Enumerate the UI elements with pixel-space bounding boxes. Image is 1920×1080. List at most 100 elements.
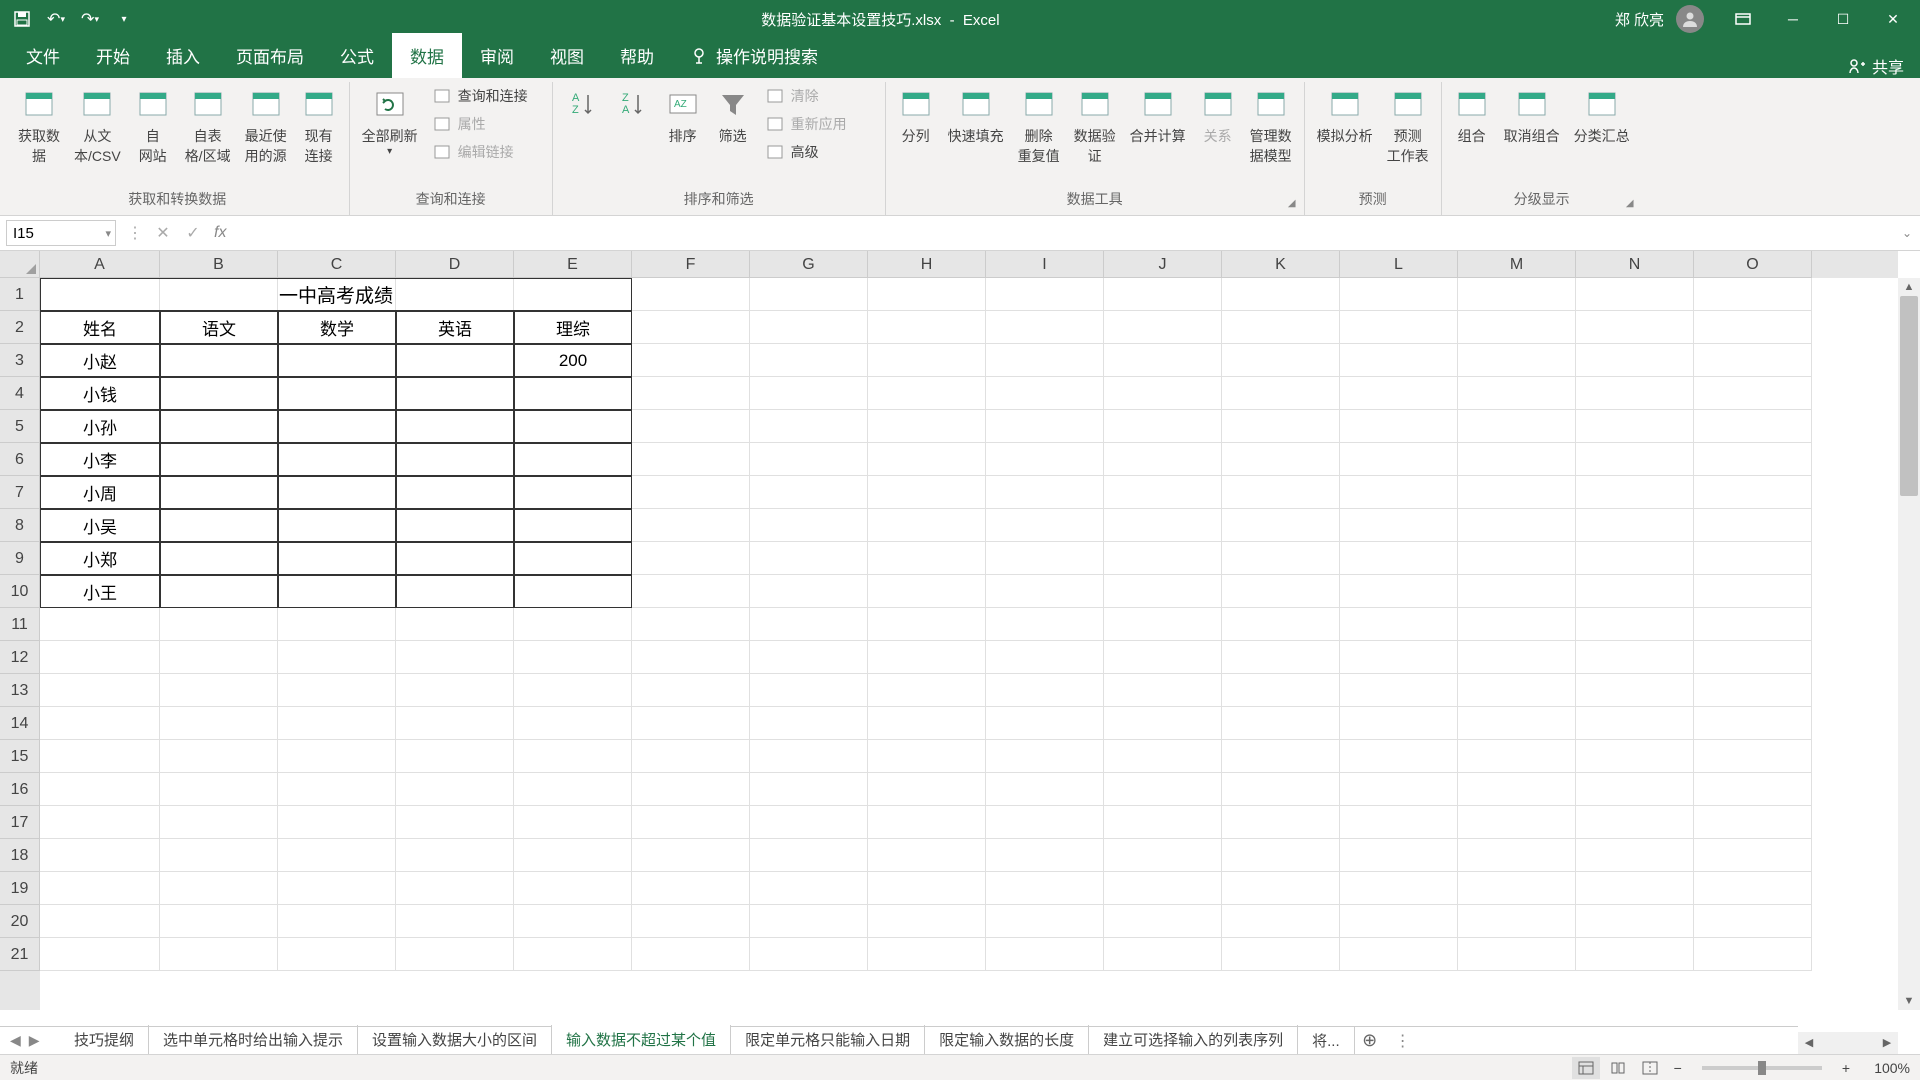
cell[interactable] (986, 674, 1104, 707)
spreadsheet-grid[interactable]: ABCDEFGHIJKLMNO 123456789101112131415161… (0, 251, 1920, 1032)
cell[interactable] (40, 872, 160, 905)
cell[interactable] (1576, 839, 1694, 872)
outline-btn-0[interactable]: 组合 (1448, 82, 1496, 150)
cell[interactable] (1694, 674, 1812, 707)
row-header[interactable]: 7 (0, 476, 40, 509)
column-header[interactable]: B (160, 251, 278, 278)
cell[interactable] (396, 872, 514, 905)
enter-button[interactable]: ✓ (178, 220, 208, 246)
cell[interactable] (1458, 707, 1576, 740)
sheet-tab[interactable]: 选中单元格时给出输入提示 (149, 1025, 358, 1057)
cell[interactable] (1340, 773, 1458, 806)
ribbon-tab-插入[interactable]: 插入 (148, 33, 218, 78)
cell[interactable] (750, 872, 868, 905)
cell[interactable]: 小王 (40, 575, 160, 608)
cell[interactable] (396, 377, 514, 410)
cell[interactable] (1576, 509, 1694, 542)
cell[interactable] (514, 509, 632, 542)
cell[interactable] (160, 938, 278, 971)
cell[interactable] (160, 344, 278, 377)
cell[interactable] (986, 872, 1104, 905)
cell[interactable] (1222, 443, 1340, 476)
cell[interactable] (514, 872, 632, 905)
scroll-left-icon[interactable]: ◀ (1800, 1034, 1818, 1052)
cell[interactable] (1458, 410, 1576, 443)
cell[interactable] (514, 905, 632, 938)
sheet-tab[interactable]: 输入数据不超过某个值 (552, 1025, 731, 1057)
cell[interactable] (986, 509, 1104, 542)
cell[interactable] (750, 773, 868, 806)
cell[interactable] (868, 938, 986, 971)
cell[interactable] (986, 476, 1104, 509)
cell[interactable] (868, 707, 986, 740)
cell[interactable] (1340, 443, 1458, 476)
cell[interactable] (1458, 839, 1576, 872)
cell[interactable] (632, 311, 750, 344)
cell[interactable] (1104, 773, 1222, 806)
cell[interactable] (986, 377, 1104, 410)
cell[interactable] (1104, 410, 1222, 443)
cell[interactable] (1104, 443, 1222, 476)
sort-button[interactable]: AZ排序 (659, 82, 707, 150)
cell[interactable] (1104, 641, 1222, 674)
cell[interactable] (868, 443, 986, 476)
cell[interactable] (1222, 509, 1340, 542)
page-layout-view-button[interactable] (1604, 1057, 1632, 1079)
cell[interactable] (750, 476, 868, 509)
cell[interactable] (1576, 278, 1694, 311)
cell[interactable] (1104, 674, 1222, 707)
page-break-view-button[interactable] (1636, 1057, 1664, 1079)
cell[interactable] (1340, 608, 1458, 641)
tell-me-search[interactable]: 操作说明搜索 (672, 33, 836, 78)
row-header[interactable]: 11 (0, 608, 40, 641)
ribbon-tab-数据[interactable]: 数据 (392, 33, 462, 78)
sheet-tab[interactable]: 限定输入数据的长度 (925, 1025, 1089, 1057)
get-data-btn-4[interactable]: 最近使用的源 (239, 82, 293, 170)
column-header[interactable]: N (1576, 251, 1694, 278)
datatool-btn-3[interactable]: 数据验证 (1068, 82, 1122, 170)
cell[interactable] (868, 641, 986, 674)
cell[interactable] (632, 575, 750, 608)
sheet-tab-more[interactable]: 将... (1298, 1026, 1355, 1055)
cell[interactable] (514, 938, 632, 971)
column-header[interactable]: D (396, 251, 514, 278)
cell[interactable] (1576, 542, 1694, 575)
select-all-button[interactable] (0, 251, 40, 278)
ribbon-tab-文件[interactable]: 文件 (8, 33, 78, 78)
cell[interactable] (750, 377, 868, 410)
cell[interactable] (514, 542, 632, 575)
column-header[interactable]: L (1340, 251, 1458, 278)
cancel-button[interactable]: ✕ (148, 220, 178, 246)
cell[interactable] (278, 839, 396, 872)
cell[interactable] (1222, 872, 1340, 905)
sheet-tab[interactable]: 设置输入数据大小的区间 (358, 1025, 552, 1057)
new-sheet-button[interactable]: ⊕ (1355, 1030, 1385, 1051)
cell[interactable] (1576, 641, 1694, 674)
get-data-btn-1[interactable]: 从文本/CSV (68, 82, 127, 170)
cell[interactable] (750, 839, 868, 872)
row-header[interactable]: 15 (0, 740, 40, 773)
cell[interactable] (514, 773, 632, 806)
cell[interactable] (986, 707, 1104, 740)
cell[interactable] (632, 641, 750, 674)
cell[interactable] (868, 311, 986, 344)
cell[interactable] (986, 740, 1104, 773)
cell[interactable] (1576, 707, 1694, 740)
cell[interactable] (868, 872, 986, 905)
cell[interactable]: 小周 (40, 476, 160, 509)
save-button[interactable] (6, 3, 38, 35)
cell[interactable] (278, 377, 396, 410)
cell[interactable] (1340, 674, 1458, 707)
cell[interactable] (1694, 509, 1812, 542)
cell[interactable] (986, 278, 1104, 311)
row-header[interactable]: 19 (0, 872, 40, 905)
cell[interactable] (632, 344, 750, 377)
cell[interactable] (396, 641, 514, 674)
cell[interactable] (1340, 905, 1458, 938)
cell[interactable] (160, 806, 278, 839)
cell[interactable] (160, 839, 278, 872)
cell[interactable] (1694, 476, 1812, 509)
outline-btn-2[interactable]: 分类汇总 (1568, 82, 1636, 150)
cell[interactable] (632, 608, 750, 641)
cell[interactable] (514, 608, 632, 641)
